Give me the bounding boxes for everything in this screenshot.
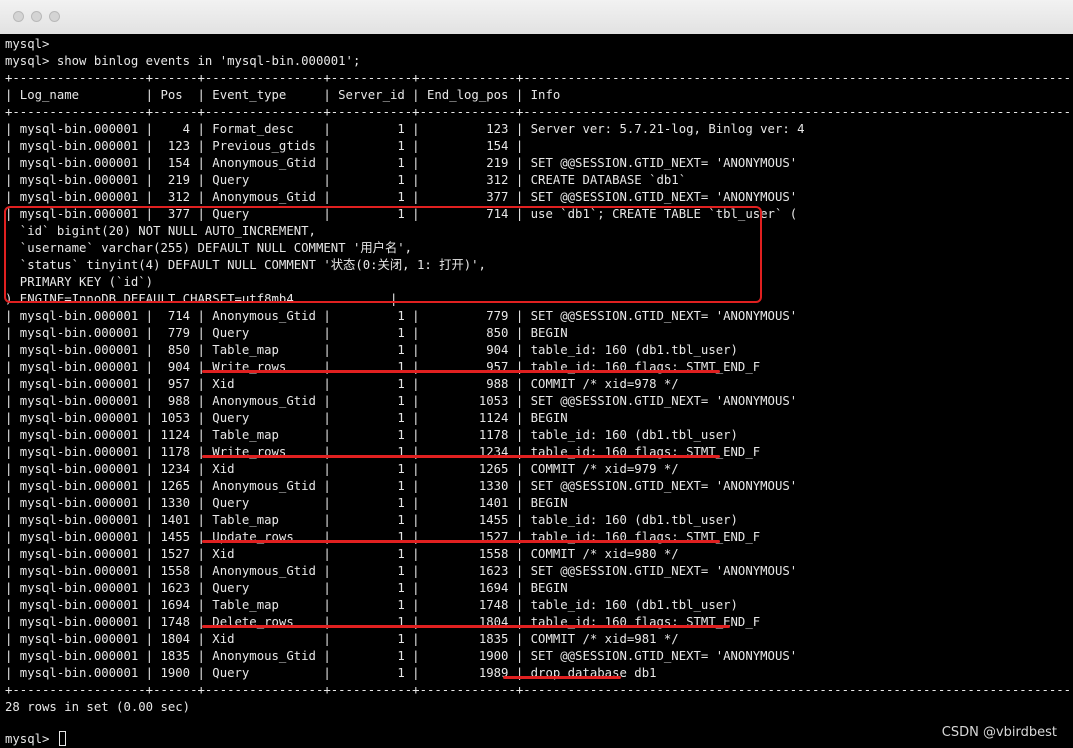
table-row: | mysql-bin.000001 | 904 | Write_rows | … (5, 360, 761, 374)
command-line: mysql> show binlog events in 'mysql-bin.… (5, 54, 361, 68)
terminal-output[interactable]: mysql> mysql> show binlog events in 'mys… (0, 34, 1073, 748)
table-row: | mysql-bin.000001 | 1330 | Query | 1 | … (5, 496, 568, 510)
delete-rows-underline (202, 625, 730, 628)
table-row: | mysql-bin.000001 | 957 | Xid | 1 | 988… (5, 377, 679, 391)
table-row: | mysql-bin.000001 | 1401 | Table_map | … (5, 513, 738, 527)
table-row: | mysql-bin.000001 | 1804 | Xid | 1 | 18… (5, 632, 679, 646)
table-row: | mysql-bin.000001 | 850 | Table_map | 1… (5, 343, 738, 357)
final-prompt: mysql> (5, 732, 57, 746)
update-rows-underline (202, 540, 720, 543)
final-prompt-line[interactable]: mysql> (5, 731, 1071, 748)
result-summary: 28 rows in set (0.00 sec) (5, 700, 191, 714)
zoom-window-button[interactable] (49, 11, 60, 22)
table-row: | mysql-bin.000001 | 154 | Anonymous_Gti… (5, 156, 798, 170)
table-row: | mysql-bin.000001 | 1265 | Anonymous_Gt… (5, 479, 798, 493)
table-separator-mid: +------------------+------+-------------… (5, 105, 1071, 119)
table-row: | mysql-bin.000001 | 1558 | Anonymous_Gt… (5, 564, 798, 578)
table-row: | mysql-bin.000001 | 123 | Previous_gtid… (5, 139, 524, 153)
table-header: | Log_name | Pos | Event_type | Server_i… (5, 88, 561, 102)
table-row: | mysql-bin.000001 | 1053 | Query | 1 | … (5, 411, 568, 425)
table-row: | mysql-bin.000001 | 1623 | Query | 1 | … (5, 581, 568, 595)
minimize-window-button[interactable] (31, 11, 42, 22)
write-rows-underline-2 (202, 455, 720, 458)
table-separator-top: +------------------+------+-------------… (5, 71, 1071, 85)
terminal-window: mysql> mysql> show binlog events in 'mys… (0, 0, 1073, 748)
table-row: | mysql-bin.000001 | 1748 | Delete_rows … (5, 615, 761, 629)
table-row: | mysql-bin.000001 | 219 | Query | 1 | 3… (5, 173, 687, 187)
table-row: | mysql-bin.000001 | 1835 | Anonymous_Gt… (5, 649, 798, 663)
close-window-button[interactable] (13, 11, 24, 22)
create-table-highlight-box (4, 206, 762, 303)
table-row: | mysql-bin.000001 | 312 | Anonymous_Gti… (5, 190, 798, 204)
prompt-line: mysql> (5, 37, 50, 51)
table-row: | mysql-bin.000001 | 1124 | Table_map | … (5, 428, 738, 442)
table-row: | mysql-bin.000001 | 1527 | Xid | 1 | 15… (5, 547, 679, 561)
table-row: | mysql-bin.000001 | 714 | Anonymous_Gti… (5, 309, 798, 323)
watermark: CSDN @vbirdbest (941, 725, 1057, 740)
table-separator-bottom: +------------------+------+-------------… (5, 683, 1071, 697)
table-row: | mysql-bin.000001 | 988 | Anonymous_Gti… (5, 394, 798, 408)
table-row: | mysql-bin.000001 | 1234 | Xid | 1 | 12… (5, 462, 679, 476)
table-row: | mysql-bin.000001 | 1694 | Table_map | … (5, 598, 738, 612)
drop-database-underline (503, 676, 621, 679)
table-row: | mysql-bin.000001 | 779 | Query | 1 | 8… (5, 326, 568, 340)
table-row: | mysql-bin.000001 | 1178 | Write_rows |… (5, 445, 761, 459)
table-row: | mysql-bin.000001 | 4 | Format_desc | 1… (5, 122, 805, 136)
write-rows-underline-1 (202, 370, 720, 373)
text-cursor (58, 731, 66, 746)
table-row: | mysql-bin.000001 | 1455 | Update_rows … (5, 530, 761, 544)
table-row: | mysql-bin.000001 | 1900 | Query | 1 | … (5, 666, 657, 680)
window-titlebar (0, 0, 1073, 35)
